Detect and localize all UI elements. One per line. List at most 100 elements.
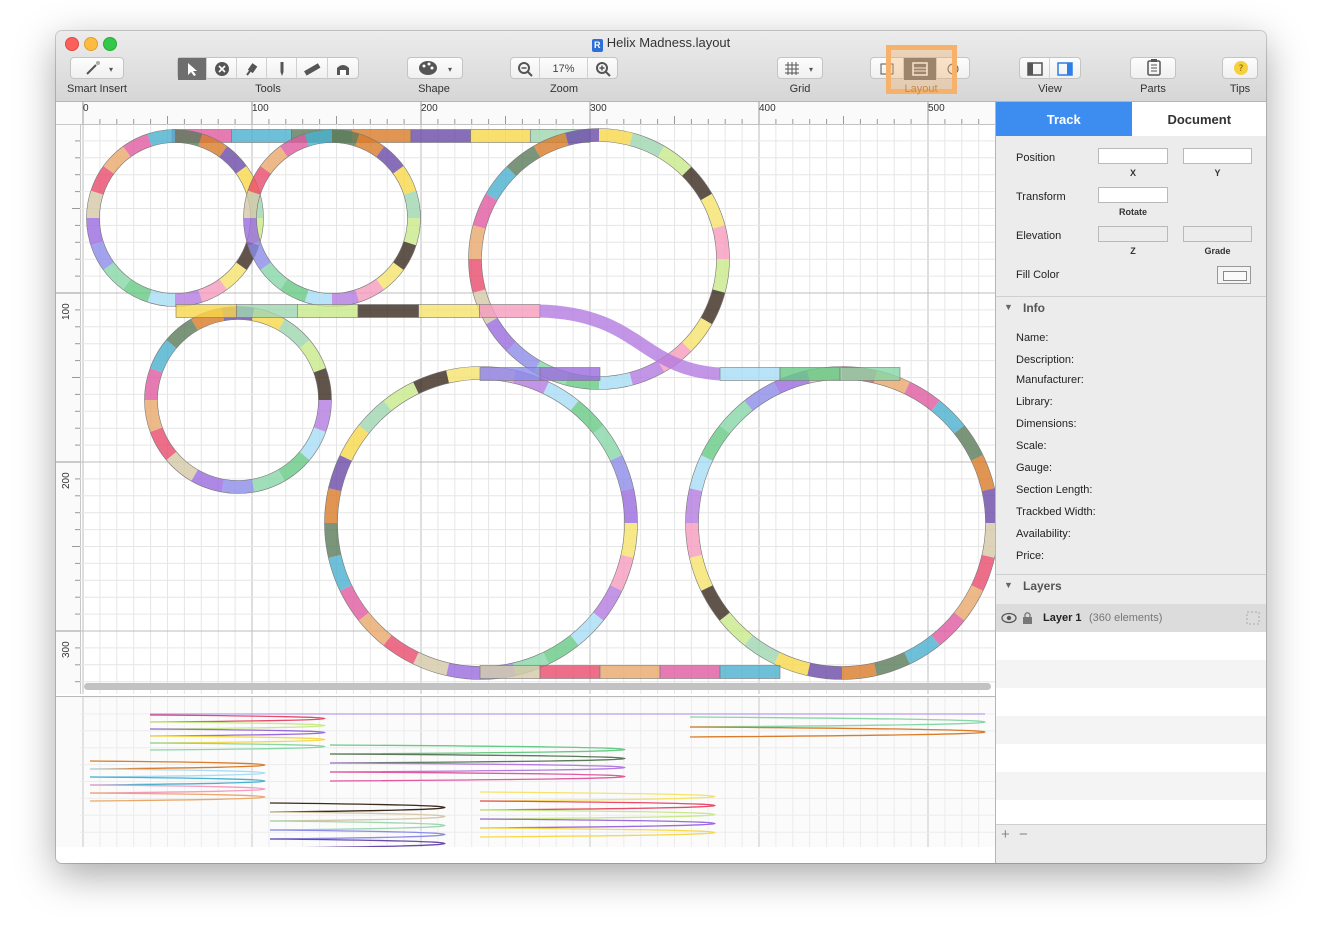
track-section[interactable]	[719, 665, 781, 679]
track-section[interactable]	[403, 217, 421, 246]
track-section[interactable]	[839, 367, 901, 381]
select-tool[interactable]	[178, 58, 207, 80]
track-section[interactable]	[719, 367, 781, 381]
track-section[interactable]	[313, 399, 332, 432]
delete-tool[interactable]	[207, 58, 237, 80]
track-section[interactable]	[446, 366, 482, 384]
lock-icon[interactable]	[1023, 612, 1032, 624]
track-section[interactable]	[620, 522, 638, 558]
track-section[interactable]	[175, 304, 237, 318]
track-section[interactable]	[479, 304, 541, 318]
track-section[interactable]	[468, 225, 486, 260]
elevation-z-field[interactable]	[1098, 226, 1168, 242]
selection-icon[interactable]	[1246, 611, 1260, 625]
track-section[interactable]	[539, 665, 601, 679]
track-section[interactable]	[403, 190, 421, 219]
tips-button[interactable]: ?	[1222, 57, 1258, 79]
track-section[interactable]	[219, 146, 247, 174]
track-section[interactable]	[86, 190, 104, 219]
track-section[interactable]	[86, 217, 104, 246]
track-section[interactable]	[659, 665, 721, 679]
track-section[interactable]	[712, 225, 730, 260]
remove-layer-button[interactable]: −	[1019, 826, 1028, 843]
position-y-field[interactable]	[1183, 148, 1252, 164]
track-section[interactable]	[598, 128, 633, 146]
track-section[interactable]	[376, 146, 404, 174]
track-section[interactable]	[599, 665, 661, 679]
track-plan-canvas[interactable]	[80, 124, 995, 694]
track-section[interactable]	[357, 304, 419, 318]
track-section[interactable]	[144, 399, 163, 432]
track-section[interactable]	[685, 522, 703, 558]
track-section[interactable]	[260, 262, 288, 290]
parts-button[interactable]	[1130, 57, 1176, 79]
track-section[interactable]	[324, 488, 342, 524]
track-section[interactable]	[299, 339, 326, 373]
track-section[interactable]	[147, 129, 176, 147]
track-section[interactable]	[479, 665, 541, 679]
track-section[interactable]	[297, 304, 359, 318]
track-section[interactable]	[981, 522, 995, 558]
tab-track[interactable]: Track	[996, 102, 1132, 136]
track-section[interactable]	[236, 304, 298, 318]
add-layer-button[interactable]: +	[1001, 826, 1010, 843]
track-section[interactable]	[144, 368, 163, 401]
track-section[interactable]	[468, 258, 486, 293]
elevation-profile[interactable]	[80, 697, 995, 847]
track-section[interactable]	[299, 427, 326, 461]
pen-tool[interactable]	[267, 58, 297, 80]
track-section[interactable]	[219, 262, 247, 290]
view-segmented-control[interactable]	[1019, 57, 1081, 80]
track-section[interactable]	[313, 368, 332, 401]
track-section[interactable]	[472, 193, 498, 229]
track-section[interactable]	[598, 372, 633, 390]
track-section[interactable]	[231, 129, 292, 143]
track-section[interactable]	[221, 479, 255, 494]
track-section[interactable]	[807, 662, 843, 680]
track-section[interactable]	[174, 289, 203, 307]
track-section[interactable]	[243, 190, 261, 219]
info-section-header[interactable]: ▼ Info	[996, 296, 1266, 319]
track-section[interactable]	[629, 360, 665, 386]
connect-tool[interactable]	[237, 58, 267, 80]
track-section[interactable]	[479, 367, 541, 381]
elevation-profile-panel[interactable]	[80, 696, 995, 847]
layer-row[interactable]: Layer 1 (360 elements)	[996, 604, 1266, 632]
track-section[interactable]	[260, 146, 288, 174]
track-section[interactable]	[539, 367, 601, 381]
track-plan[interactable]	[80, 124, 995, 694]
track-section[interactable]	[331, 289, 360, 307]
track-section[interactable]	[103, 146, 131, 174]
track-section[interactable]	[150, 427, 177, 461]
tunnel-tool[interactable]	[328, 58, 358, 80]
track-section[interactable]	[103, 262, 131, 290]
zoom-in-button[interactable]	[588, 58, 617, 80]
grid-button[interactable]: ▾	[777, 57, 823, 79]
track-section[interactable]	[243, 217, 261, 246]
rotate-field[interactable]	[1098, 187, 1168, 203]
tools-segmented-control[interactable]	[177, 57, 359, 80]
measure-tool[interactable]	[297, 58, 328, 80]
track-section[interactable]	[981, 488, 995, 524]
track-section[interactable]	[565, 128, 600, 146]
layers-section-header[interactable]: ▼ Layers	[996, 574, 1266, 597]
track-section[interactable]	[304, 129, 333, 147]
track-section[interactable]	[150, 339, 177, 373]
fill-color-well[interactable]	[1217, 266, 1251, 284]
zoom-out-button[interactable]	[511, 58, 540, 80]
track-section[interactable]	[376, 262, 404, 290]
toggle-right-panel-button[interactable]	[1050, 58, 1080, 80]
track-section[interactable]	[251, 469, 285, 493]
eye-icon[interactable]	[1001, 612, 1017, 624]
shape-button[interactable]: ▾	[407, 57, 463, 79]
horizontal-scrollbar[interactable]	[84, 683, 991, 690]
toggle-left-panel-button[interactable]	[1020, 58, 1050, 80]
grade-field[interactable]	[1183, 226, 1252, 242]
track-section[interactable]	[712, 258, 730, 293]
zoom-control[interactable]: 17%	[510, 57, 618, 80]
track-section[interactable]	[304, 289, 333, 307]
track-section[interactable]	[470, 129, 531, 143]
track-section[interactable]	[620, 488, 638, 524]
track-section[interactable]	[410, 129, 471, 143]
track-section[interactable]	[174, 129, 203, 147]
